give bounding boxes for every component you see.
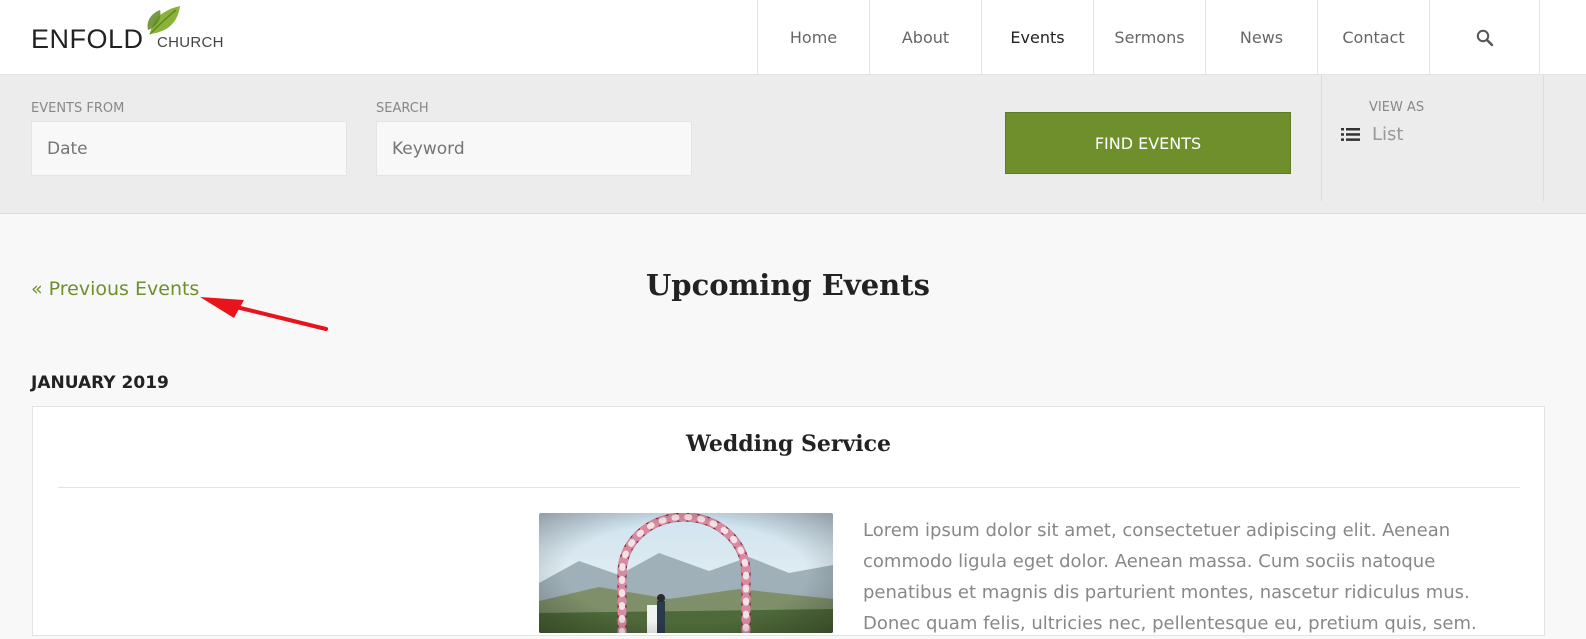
search-icon bbox=[1476, 29, 1493, 46]
nav-item-sermons[interactable]: Sermons bbox=[1093, 0, 1205, 75]
keyword-search-input[interactable] bbox=[376, 121, 692, 176]
logo-primary-text: ENFOLD bbox=[31, 24, 144, 54]
event-title-link[interactable]: Wedding Service bbox=[33, 431, 1544, 457]
month-heading: JANUARY 2019 bbox=[31, 373, 169, 393]
site-logo[interactable]: ENFOLD CHURCH bbox=[31, 4, 241, 54]
nav-item-home[interactable]: Home bbox=[757, 0, 869, 75]
previous-events-link[interactable]: « Previous Events bbox=[31, 278, 199, 300]
annotation-arrow-icon bbox=[200, 297, 328, 331]
view-as-value: List bbox=[1372, 124, 1404, 145]
site-header: ENFOLD CHURCH Home About Events Sermons … bbox=[0, 0, 1586, 75]
view-as-panel: VIEW AS List bbox=[1321, 75, 1544, 201]
event-card: Wedding Service Lorem ipsum dolor sit am… bbox=[32, 406, 1545, 636]
view-as-select[interactable]: List bbox=[1341, 124, 1403, 145]
list-icon bbox=[1341, 128, 1360, 141]
events-filter-bar: EVENTS FROM SEARCH FIND EVENTS VIEW AS L… bbox=[0, 75, 1586, 214]
event-thumbnail-image[interactable] bbox=[539, 513, 833, 633]
leaf-icon bbox=[147, 6, 180, 35]
event-divider bbox=[58, 487, 1520, 488]
events-from-label: EVENTS FROM bbox=[31, 101, 125, 116]
logo-secondary-text: CHURCH bbox=[157, 34, 224, 51]
nav-search-button[interactable] bbox=[1429, 0, 1540, 75]
view-as-label: VIEW AS bbox=[1369, 100, 1425, 115]
event-description: Lorem ipsum dolor sit amet, consectetuer… bbox=[863, 520, 1477, 634]
nav-item-about[interactable]: About bbox=[869, 0, 981, 75]
nav-item-events[interactable]: Events bbox=[981, 0, 1093, 75]
events-from-date-input[interactable] bbox=[31, 121, 347, 176]
nav-item-news[interactable]: News bbox=[1205, 0, 1317, 75]
wedding-arch-photo bbox=[539, 513, 833, 633]
nav-item-contact[interactable]: Contact bbox=[1317, 0, 1429, 75]
main-nav: Home About Events Sermons News Contact bbox=[757, 0, 1540, 75]
find-events-button[interactable]: FIND EVENTS bbox=[1005, 112, 1291, 174]
search-label: SEARCH bbox=[376, 101, 429, 116]
